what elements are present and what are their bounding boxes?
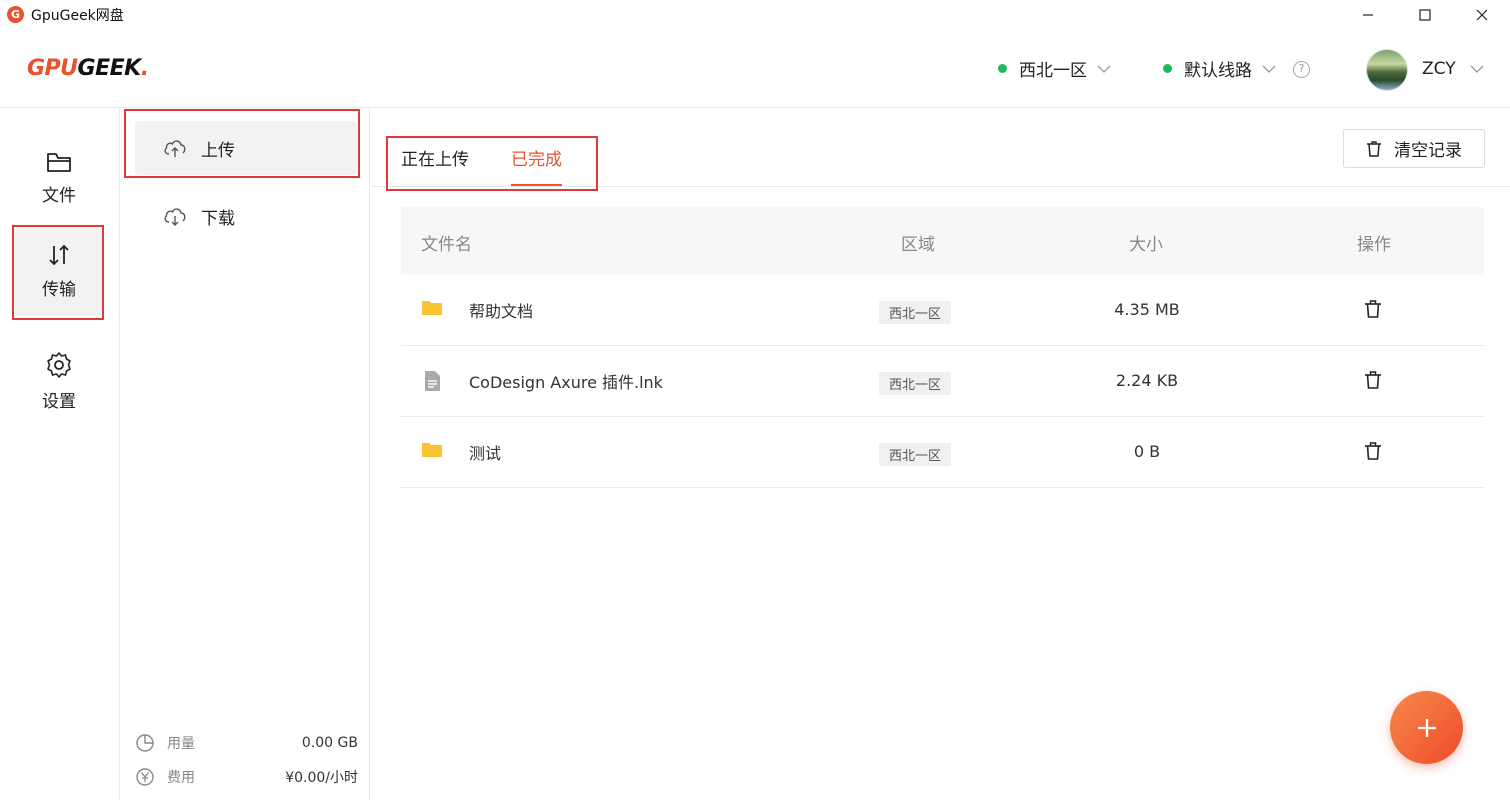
usage-stat: 用量 0.00 GB: [135, 733, 358, 753]
region-label: 西北一区: [1019, 61, 1087, 81]
fee-stat: 费用 ¥0.00/小时: [135, 767, 358, 787]
fee-value: ¥0.00/小时: [285, 770, 358, 786]
folder-icon: [47, 152, 71, 172]
column-size: 大小: [1129, 235, 1163, 255]
column-region: 区域: [901, 235, 935, 255]
transfer-tabs: 正在上传 已完成 清空记录: [371, 108, 1510, 187]
region-tag: 西北一区: [879, 372, 952, 395]
clear-records-label: 清空记录: [1394, 141, 1462, 161]
chevron-down-icon: [1097, 65, 1111, 73]
file-size: 0 B: [1133, 442, 1161, 461]
maximize-button[interactable]: [1402, 0, 1448, 30]
column-action: 操作: [1357, 235, 1391, 255]
user-name[interactable]: ZCY: [1422, 59, 1456, 79]
primary-nav: 文件 传输 设置: [0, 108, 120, 800]
fee-label: 费用: [167, 770, 195, 786]
usage-label: 用量: [167, 736, 195, 752]
avatar[interactable]: [1366, 49, 1408, 91]
column-name: 文件名: [421, 235, 472, 255]
route-select[interactable]: 默认线路: [1163, 56, 1276, 81]
file-size: 2.24 KB: [1115, 371, 1179, 390]
region-select[interactable]: 西北一区: [998, 56, 1111, 81]
usage-value: 0.00 GB: [301, 735, 358, 751]
logo-geek: GEEK: [77, 56, 142, 81]
pie-chart-icon: [136, 734, 154, 752]
document-icon: [425, 371, 440, 391]
minimize-button[interactable]: [1345, 0, 1391, 30]
region-tag: 西北一区: [879, 443, 952, 466]
plus-icon: [1417, 718, 1436, 737]
help-icon[interactable]: ?: [1293, 61, 1310, 78]
trash-icon[interactable]: [1364, 441, 1382, 461]
table-row[interactable]: CoDesign Axure 插件.lnk 西北一区 2.24 KB: [401, 346, 1484, 417]
table-row[interactable]: 帮助文档 西北一区 4.35 MB: [401, 275, 1484, 346]
sidebar-item-label: 下载: [201, 208, 235, 229]
region-tag: 西北一区: [879, 301, 952, 324]
nav-item-transfer[interactable]: 传输: [15, 226, 103, 316]
minimize-icon: [1363, 14, 1373, 16]
nav-item-files[interactable]: 文件: [15, 133, 103, 223]
completed-files-table: 文件名 区域 大小 操作 帮助文档 西北一区 4.35 MB CoDesign …: [401, 207, 1484, 488]
region-status-dot: [998, 64, 1007, 73]
file-name: 测试: [469, 444, 502, 463]
tab-uploading[interactable]: 正在上传: [401, 145, 469, 186]
folder-icon: [422, 301, 442, 315]
sidebar-item-download[interactable]: 下载: [135, 189, 357, 243]
tab-completed[interactable]: 已完成: [511, 145, 562, 186]
chevron-down-icon[interactable]: [1470, 64, 1484, 74]
close-icon: [1476, 9, 1488, 21]
gear-icon: [47, 351, 71, 378]
nav-item-label: 设置: [42, 391, 76, 412]
nav-item-label: 文件: [42, 185, 76, 206]
trash-icon: [1367, 140, 1381, 157]
transfer-main: 正在上传 已完成 清空记录 文件名 区域 大小 操作 帮助文档 西北一区 4.3…: [371, 108, 1510, 800]
table-row[interactable]: 测试 西北一区 0 B: [401, 417, 1484, 488]
window-title: GpuGeek网盘: [31, 8, 124, 24]
title-bar: G GpuGeek网盘: [0, 0, 1510, 30]
clear-records-button[interactable]: 清空记录: [1343, 129, 1485, 168]
trash-icon[interactable]: [1364, 370, 1382, 390]
close-button[interactable]: [1459, 0, 1505, 30]
folder-icon: [422, 443, 442, 457]
brand-logo: GPUGEEK.: [27, 56, 149, 81]
yen-icon: [136, 768, 154, 786]
logo-gpu: GPU: [27, 56, 78, 81]
table-header: 文件名 区域 大小 操作: [401, 207, 1484, 275]
transfer-sidebar: 上传 下载 用量 0.00 GB 费用 ¥0.00/小时: [120, 108, 370, 800]
nav-item-settings[interactable]: 设置: [15, 336, 103, 426]
nav-item-label: 传输: [42, 279, 76, 300]
file-size: 4.35 MB: [1114, 300, 1180, 319]
app-logo-icon: G: [7, 6, 24, 23]
chevron-down-icon: [1262, 65, 1276, 73]
sidebar-item-upload[interactable]: 上传: [135, 121, 357, 175]
trash-icon[interactable]: [1364, 299, 1382, 319]
cloud-download-icon: [164, 208, 186, 226]
logo-dot: .: [140, 56, 149, 81]
add-fab-button[interactable]: [1390, 691, 1463, 764]
route-label: 默认线路: [1184, 61, 1252, 81]
app-header: GPUGEEK. 西北一区 默认线路 ? ZCY: [0, 30, 1510, 108]
cloud-upload-icon: [164, 140, 186, 157]
file-name: CoDesign Axure 插件.lnk: [469, 373, 663, 392]
file-name: 帮助文档: [469, 302, 534, 321]
sidebar-item-label: 上传: [201, 140, 235, 161]
transfer-icon: [49, 244, 69, 265]
route-status-dot: [1163, 64, 1172, 73]
maximize-icon: [1419, 9, 1431, 21]
